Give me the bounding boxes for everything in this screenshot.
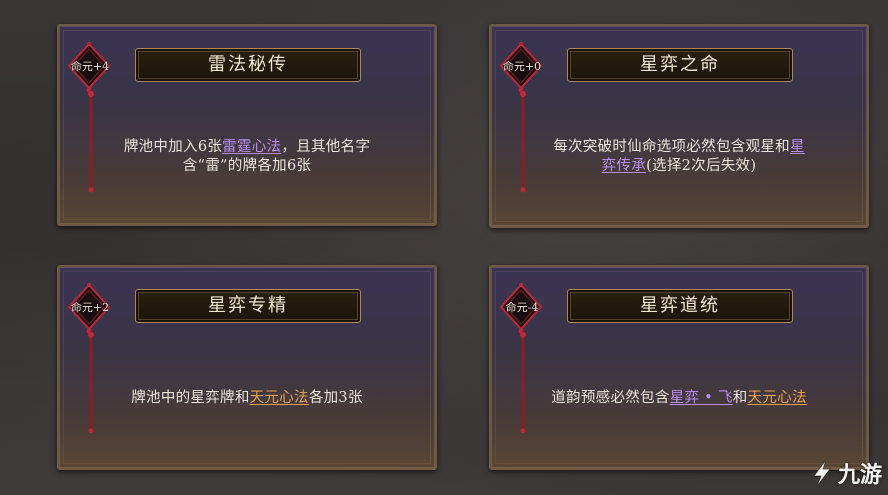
desc-text: 各加3张 <box>308 390 363 406</box>
card-link-xingyi-fei[interactable]: 星弈 • 飞 <box>670 390 733 406</box>
card-link-xingyi-chuancheng[interactable]: 弈传承 <box>602 158 646 174</box>
badge-label: 命元+4 <box>70 60 110 73</box>
card-link-tianyuan[interactable]: 天元心法 <box>748 390 807 406</box>
card-title: 雷法秘传 <box>135 48 361 82</box>
card-title: 星弈之命 <box>567 48 793 82</box>
card-description: 每次突破时仙命选项必然包含观星和星 弈传承(选择2次后失效) <box>501 138 857 176</box>
desc-text: ，且其他名字 <box>281 139 371 155</box>
desc-text: 和 <box>732 390 748 406</box>
card-link-leiting[interactable]: 雷霆心法 <box>222 139 281 155</box>
card-link-tianyuan[interactable]: 天元心法 <box>250 390 309 406</box>
desc-text: 每次突破时仙命选项必然包含观星和 <box>553 139 790 155</box>
badge-label: 命元+2 <box>70 301 110 314</box>
card-description: 道韵预感必然包含星弈 • 飞和天元心法 <box>501 389 857 408</box>
watermark-text: 九游 <box>837 463 882 488</box>
destiny-card-3[interactable]: 命元+2 星弈专精 牌池中的星弈牌和天元心法各加3张 <box>57 265 437 470</box>
destiny-card-2[interactable]: 命元+0 星弈之命 每次突破时仙命选项必然包含观星和星 弈传承(选择2次后失效) <box>489 24 869 228</box>
destiny-card-1[interactable]: 命元+4 雷法秘传 牌池中加入6张雷霆心法，且其他名字 含“雷”的牌各加6张 <box>57 24 437 226</box>
card-title: 星弈道统 <box>567 289 793 323</box>
destiny-card-4[interactable]: 命元-4 星弈道统 道韵预感必然包含星弈 • 飞和天元心法 <box>489 265 869 470</box>
desc-text: 牌池中的星弈牌和 <box>131 390 250 406</box>
card-description: 牌池中加入6张雷霆心法，且其他名字 含“雷”的牌各加6张 <box>69 138 425 176</box>
desc-text: 含“雷”的牌各加6张 <box>182 158 312 174</box>
badge-label: 命元+0 <box>502 60 542 73</box>
desc-text: (选择2次后失效) <box>646 158 757 174</box>
game-screen: 命元+4 雷法秘传 牌池中加入6张雷霆心法，且其他名字 含“雷”的牌各加6张 命… <box>0 0 888 495</box>
jiuyou-watermark: 九游 <box>808 455 882 491</box>
jiuyou-logo-icon <box>812 459 831 487</box>
desc-text: 牌池中加入6张 <box>123 139 223 155</box>
card-title: 星弈专精 <box>135 289 361 323</box>
badge-label: 命元-4 <box>505 301 539 314</box>
rod-ornament <box>520 331 526 434</box>
rod-ornament <box>88 331 94 434</box>
desc-text: 道韵预感必然包含 <box>551 390 670 406</box>
card-description: 牌池中的星弈牌和天元心法各加3张 <box>69 389 425 408</box>
card-link-xingyi-chuancheng[interactable]: 星 <box>790 139 805 155</box>
